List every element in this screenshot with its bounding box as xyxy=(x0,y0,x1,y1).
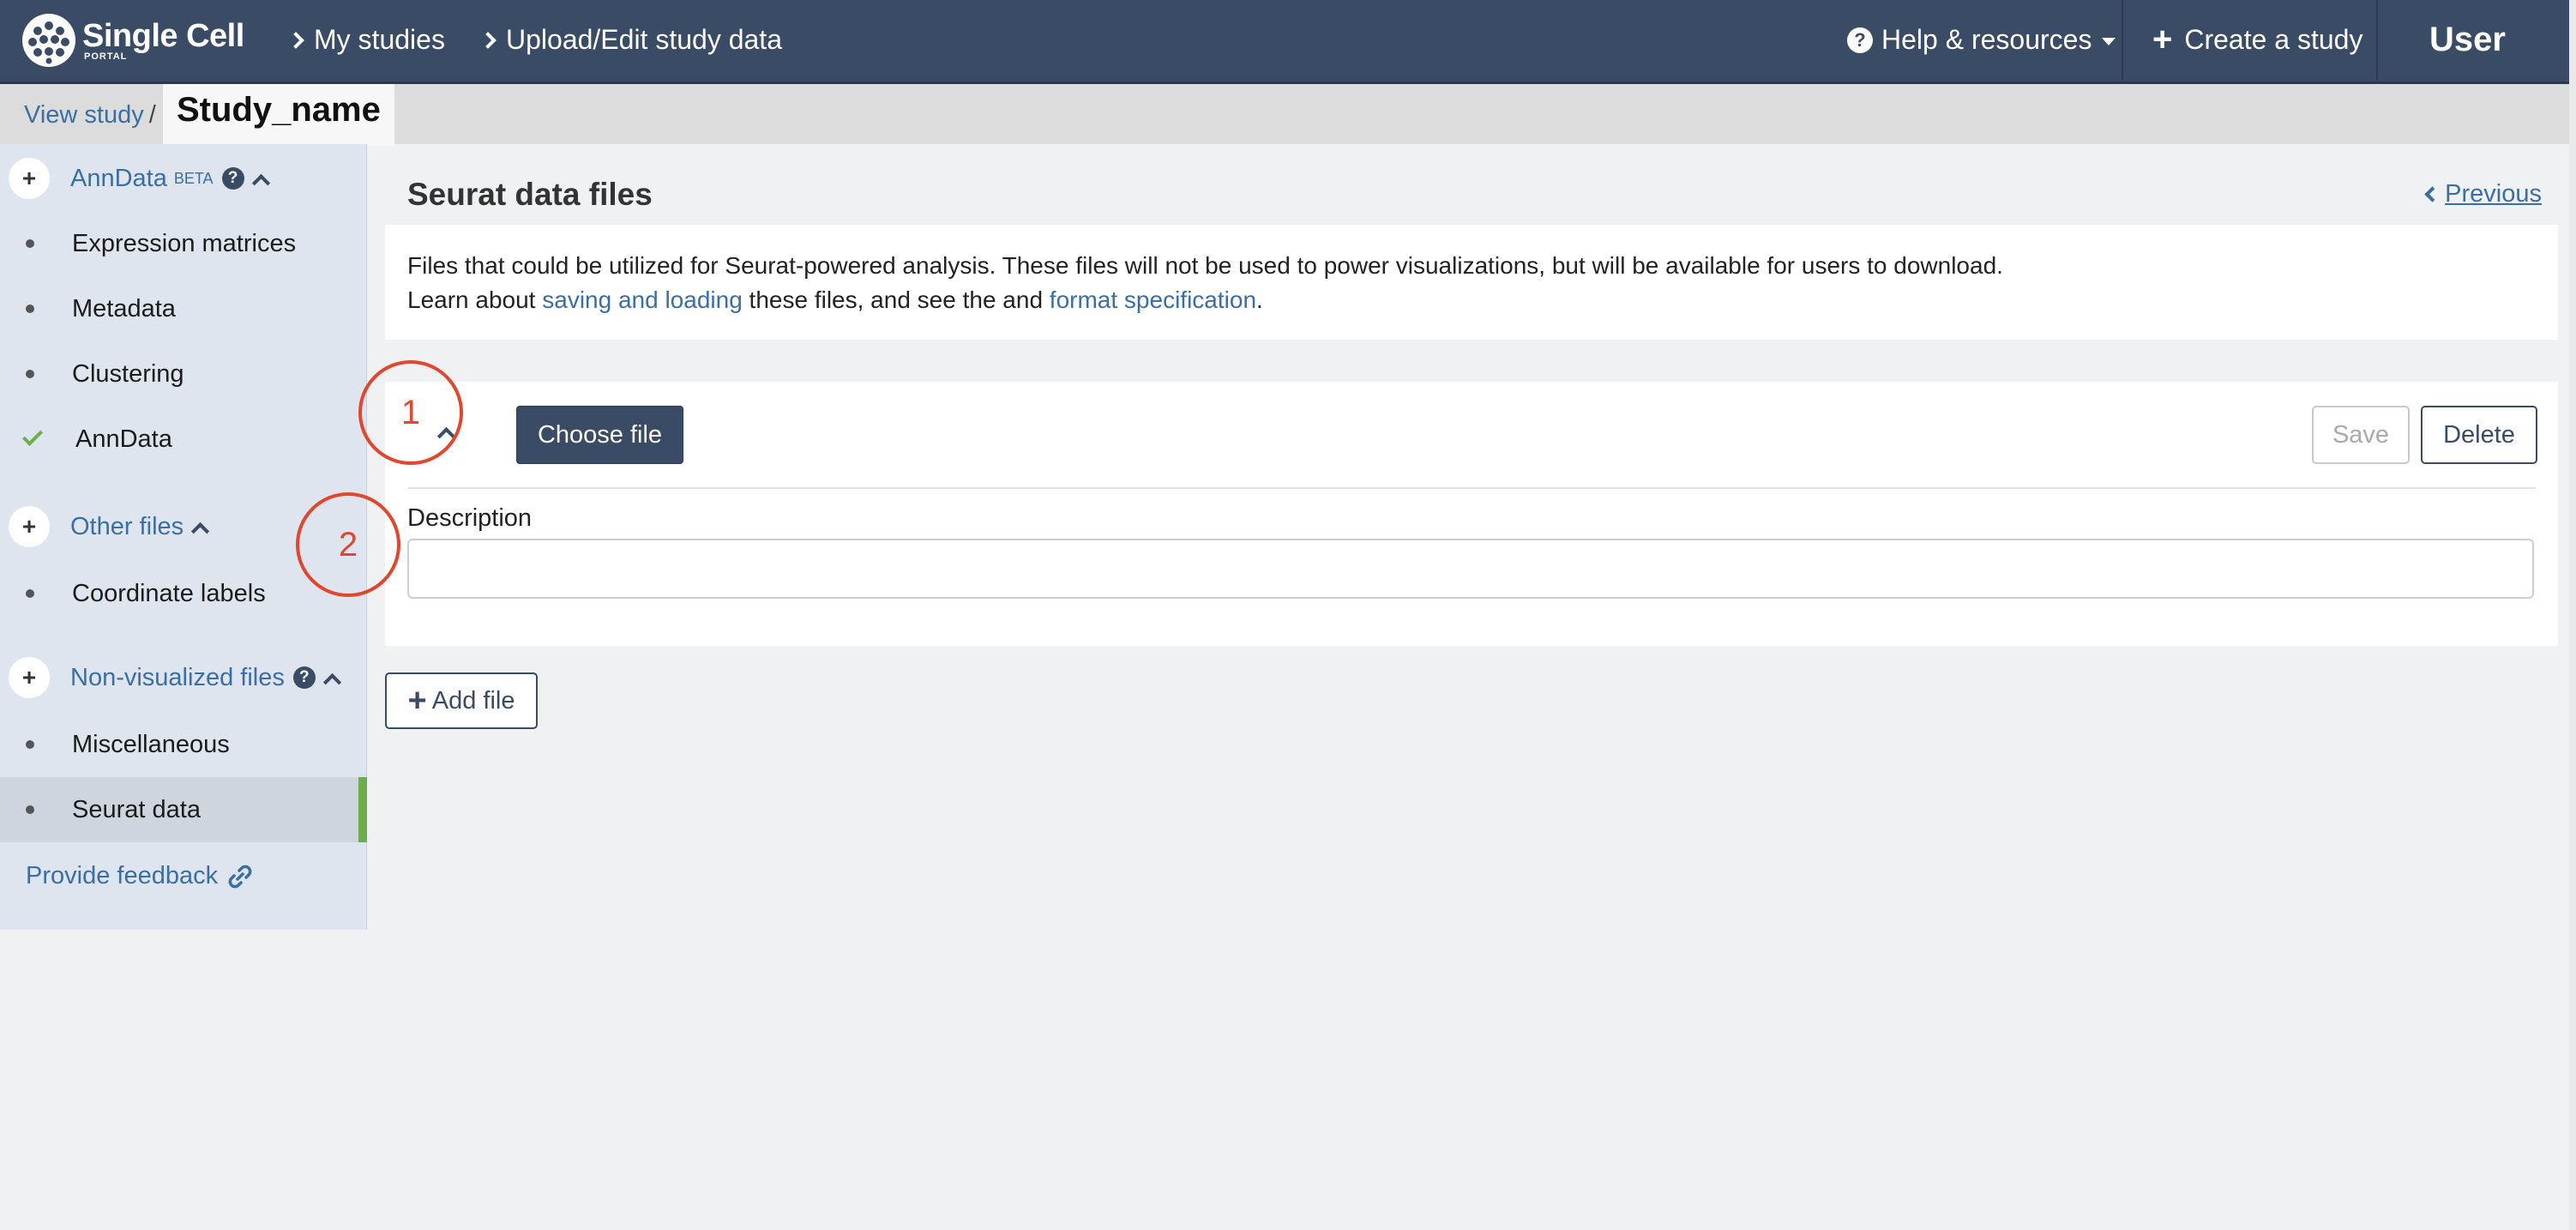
section-non-visualized-label: Non-visualized files xyxy=(70,663,285,691)
bullet-icon xyxy=(26,589,34,598)
sidebar-section-other-files[interactable]: + Other files xyxy=(9,506,210,547)
format-specification-link[interactable]: format specification xyxy=(1050,286,1256,313)
info-text-line1: Files that could be utilized for Seurat-… xyxy=(407,252,2003,279)
sidebar-item-expression-matrices[interactable]: Expression matrices xyxy=(0,211,367,276)
expand-plus-icon[interactable]: + xyxy=(9,506,50,547)
info-panel: Files that could be utilized for Seurat-… xyxy=(385,225,2558,340)
sidebar-section-anndata[interactable]: + AnnData BETA ? xyxy=(9,158,270,199)
provide-feedback-link[interactable]: Provide feedback xyxy=(26,862,254,890)
checkmark-icon xyxy=(21,425,44,447)
beta-badge: BETA xyxy=(173,169,214,187)
sidebar-item-clustering[interactable]: Clustering xyxy=(0,341,367,407)
user-menu[interactable]: User xyxy=(2429,21,2506,59)
bullet-icon xyxy=(26,740,34,749)
nav-upload-edit[interactable]: Upload/Edit study data xyxy=(479,24,782,56)
sidebar-item-anndata[interactable]: AnnData xyxy=(0,407,367,472)
provide-feedback-label: Provide feedback xyxy=(26,862,219,889)
add-file-label: Add file xyxy=(431,686,515,714)
single-cell-portal-logo[interactable]: Single Cell PORTAL xyxy=(22,14,244,67)
section-other-files-label: Other files xyxy=(70,512,184,540)
user-label: User xyxy=(2429,21,2506,58)
sidebar-item-seurat-data[interactable]: Seurat data xyxy=(0,777,367,842)
bullet-icon xyxy=(26,805,34,814)
sidebar-item-label: Clustering xyxy=(72,359,184,388)
save-button[interactable]: Save xyxy=(2312,406,2410,464)
bullet-icon xyxy=(26,370,34,378)
bullet-icon xyxy=(26,239,34,248)
nav-my-studies-label: My studies xyxy=(314,24,445,55)
sidebar-item-label: Metadata xyxy=(72,294,176,323)
external-link-icon xyxy=(228,865,252,888)
chevron-left-icon xyxy=(2424,186,2441,202)
nav-help-resources[interactable]: ? Help & resources xyxy=(1847,24,2116,56)
sidebar-item-metadata[interactable]: Metadata xyxy=(0,276,367,341)
help-circle-icon: ? xyxy=(1847,27,1873,53)
nav-my-studies[interactable]: My studies xyxy=(287,24,445,56)
bullet-icon xyxy=(26,304,34,313)
breadcrumb: View study / xyxy=(24,101,156,130)
page-title: Seurat data files xyxy=(407,177,653,212)
chevron-right-icon xyxy=(479,31,497,49)
previous-link[interactable]: Previous xyxy=(2424,180,2542,208)
previous-label: Previous xyxy=(2445,180,2542,208)
sidebar-item-label: Coordinate labels xyxy=(72,579,266,607)
plus-icon: + xyxy=(2152,21,2173,58)
top-navbar: Single Cell PORTAL My studies Upload/Edi… xyxy=(0,0,2576,84)
nav-create-label: Create a study xyxy=(2184,23,2363,55)
card-divider xyxy=(407,487,2536,489)
delete-button[interactable]: Delete xyxy=(2421,406,2537,464)
cell-network-icon xyxy=(22,14,75,67)
section-anndata-label: AnnData xyxy=(70,164,167,192)
help-circle-icon[interactable]: ? xyxy=(292,666,316,689)
caret-down-icon xyxy=(2102,38,2116,45)
breadcrumb-view-study[interactable]: View study xyxy=(24,101,144,129)
breadcrumb-separator: / xyxy=(148,101,156,129)
nav-divider xyxy=(2122,0,2123,84)
info-text: these files, and see the and xyxy=(742,286,1050,313)
help-circle-icon[interactable]: ? xyxy=(221,167,244,190)
plus-icon: + xyxy=(407,683,427,719)
nav-help-label: Help & resources xyxy=(1881,24,2092,55)
annotation-marker-2: 2 xyxy=(296,492,400,597)
add-file-button[interactable]: + Add file xyxy=(385,672,538,729)
annotation-marker-1: 1 xyxy=(358,360,463,465)
sidebar-section-non-visualized[interactable]: + Non-visualized files ? xyxy=(9,657,341,698)
chevron-right-icon xyxy=(287,31,304,49)
info-text-line2: Learn about saving and loading these fil… xyxy=(407,283,2536,317)
description-label: Description xyxy=(407,504,533,532)
expand-plus-icon[interactable]: + xyxy=(9,158,50,199)
sidebar-item-label: Expression matrices xyxy=(72,229,297,257)
nav-divider xyxy=(2376,0,2378,84)
info-text: Learn about xyxy=(407,286,543,313)
study-name-title: Study_name xyxy=(163,84,394,146)
info-text: . xyxy=(1256,286,1263,313)
logo-title: Single Cell xyxy=(82,17,244,54)
chevron-up-icon[interactable] xyxy=(251,173,270,192)
chevron-up-icon[interactable] xyxy=(191,522,210,540)
window-scrollbar[interactable] xyxy=(2569,0,2576,1230)
sidebar-item-miscellaneous[interactable]: Miscellaneous xyxy=(0,712,367,777)
sidebar-item-label: Miscellaneous xyxy=(72,730,230,758)
expand-plus-icon[interactable]: + xyxy=(9,657,50,698)
file-upload-card: Choose file Save Delete Description xyxy=(385,382,2558,646)
description-field[interactable] xyxy=(407,539,2534,599)
nav-create-study[interactable]: + Create a study xyxy=(2152,22,2362,57)
choose-file-button[interactable]: Choose file xyxy=(516,406,683,464)
saving-loading-link[interactable]: saving and loading xyxy=(542,286,743,313)
nav-upload-edit-label: Upload/Edit study data xyxy=(506,24,782,55)
sidebar-item-label: Seurat data xyxy=(72,795,201,823)
chevron-up-icon[interactable] xyxy=(322,672,341,691)
sidebar-item-label: AnnData xyxy=(75,425,172,453)
